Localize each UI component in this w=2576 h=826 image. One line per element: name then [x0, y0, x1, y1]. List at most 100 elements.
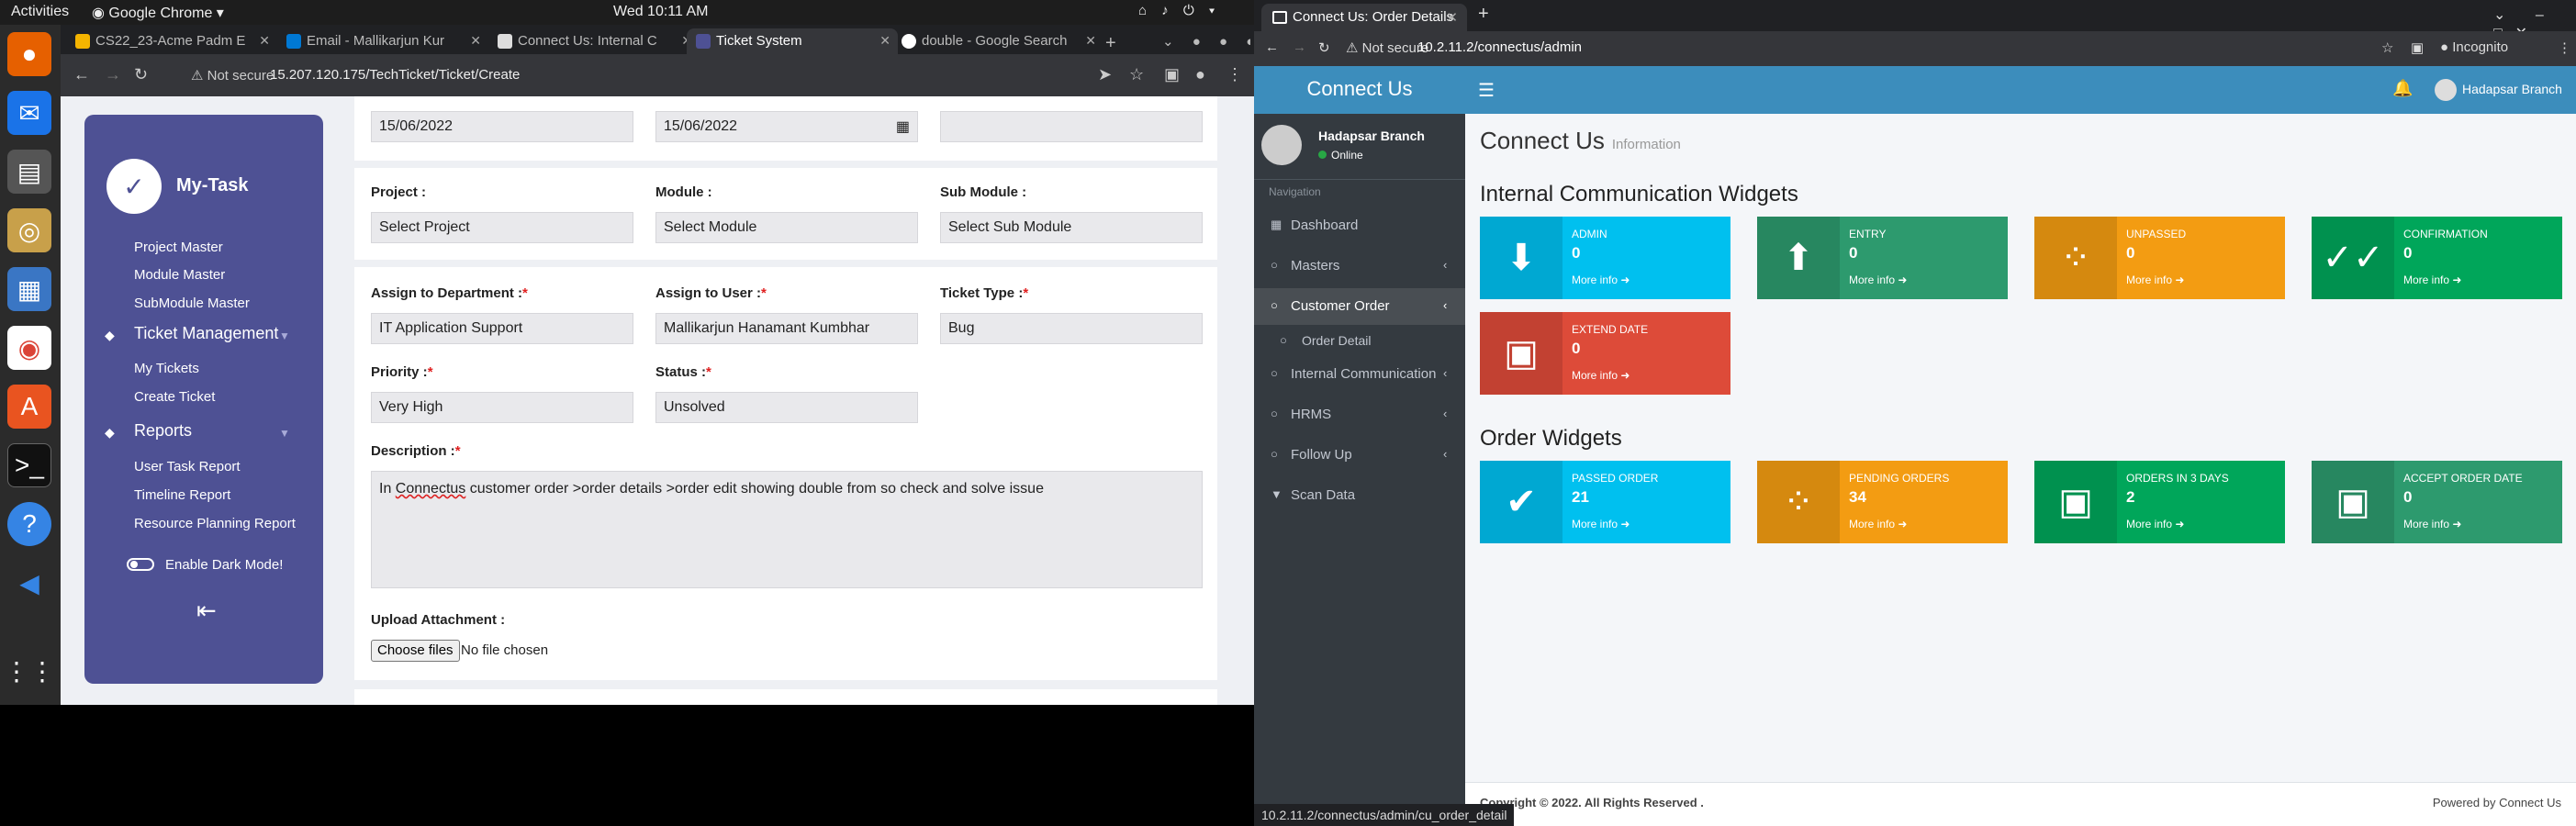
nav-resource-planning-report[interactable]: Resource Planning Report — [134, 516, 296, 531]
window-controls[interactable]: ⌄ ● ● ● — [1162, 28, 1250, 54]
forward-icon[interactable]: → — [1293, 39, 1306, 55]
software-icon[interactable]: A — [7, 385, 51, 429]
nav-module-master[interactable]: Module Master — [134, 267, 225, 283]
sidebar-brand[interactable]: My-Task — [176, 175, 249, 196]
nav-internal-communication[interactable]: ○ Internal Communication ‹ — [1254, 356, 1465, 393]
incognito-badge[interactable]: ● Incognito — [2440, 39, 2508, 55]
sidebar-icon[interactable]: ▣ — [1164, 65, 1180, 84]
user-name[interactable]: Hadapsar Branch — [1318, 128, 1425, 143]
nav-project-master[interactable]: Project Master — [134, 240, 223, 255]
new-tab-button[interactable]: + — [1478, 4, 1489, 25]
bookmark-star-icon[interactable]: ☆ — [1129, 65, 1144, 84]
more-info-link[interactable]: More info ➜ — [1572, 273, 1630, 286]
reload-icon[interactable]: ↻ — [134, 65, 148, 84]
nav-submodule-master[interactable]: SubModule Master — [134, 296, 250, 311]
more-info-link[interactable]: More info ➜ — [2126, 273, 2184, 286]
bookmark-star-icon[interactable]: ☆ — [2381, 39, 2393, 56]
more-info-link[interactable]: More info ➜ — [2403, 518, 2461, 530]
close-icon[interactable]: ✕ — [470, 33, 481, 49]
nav-dashboard[interactable]: ▦ Dashboard — [1254, 207, 1465, 244]
more-info-link[interactable]: More info ➜ — [1849, 518, 1907, 530]
thunderbird-icon[interactable]: ✉ — [7, 91, 51, 135]
nav-ticket-management[interactable]: Ticket Management — [134, 324, 278, 343]
close-icon[interactable]: ✕ — [1085, 33, 1096, 49]
forward-icon[interactable]: → — [105, 65, 121, 84]
nav-my-tickets[interactable]: My Tickets — [134, 361, 199, 376]
end-date-field[interactable]: 15/06/2022 ▦ — [655, 111, 918, 142]
more-info-link[interactable]: More info ➜ — [2126, 518, 2184, 530]
calendar-icon[interactable]: ▦ — [896, 117, 910, 136]
tab-connectus[interactable]: Connect Us: Internal C✕ — [488, 28, 700, 54]
priority-select[interactable]: Very High — [371, 392, 633, 423]
dolphin-icon[interactable]: ◀ — [7, 561, 51, 605]
tab-google-search[interactable]: double - Google Search ✕ — [892, 28, 1103, 54]
apps-grid-icon[interactable]: ⋮⋮ — [4, 649, 55, 693]
nav-timeline-report[interactable]: Timeline Report — [134, 487, 230, 503]
close-icon[interactable]: ✕ — [879, 33, 890, 49]
more-info-link[interactable]: More info ➜ — [1572, 518, 1630, 530]
help-icon[interactable]: ? — [7, 502, 51, 546]
top-user-name[interactable]: Hadapsar Branch — [2462, 82, 2562, 96]
not-secure-indicator[interactable]: ⚠ Not secure — [191, 67, 274, 84]
description-textarea[interactable]: In Connectus customer order >order detai… — [371, 471, 1203, 588]
menu-kebab-icon[interactable]: ⋮ — [2558, 39, 2571, 56]
third-date-field[interactable] — [940, 111, 1203, 142]
activities-button[interactable]: Activities — [11, 4, 69, 20]
module-select[interactable]: Select Module — [655, 212, 918, 243]
chevron-down-icon[interactable]: ▼ — [279, 427, 290, 440]
dark-mode-toggle[interactable] — [127, 558, 154, 571]
more-info-link[interactable]: More info ➜ — [2403, 273, 2461, 286]
tab-order-details[interactable]: Connect Us: Order Details ✕ — [1261, 4, 1467, 31]
user-select[interactable]: Mallikarjun Hanamant Kumbhar — [655, 313, 918, 344]
back-icon[interactable]: ← — [73, 65, 90, 84]
rhythmbox-icon[interactable]: ◎ — [7, 208, 51, 252]
url-field[interactable]: 10.2.11.2/connectus/admin — [1417, 39, 1582, 55]
system-tray[interactable]: ⌂ ♪ ⏻ ▾ — [1138, 3, 1220, 18]
more-info-link[interactable]: More info ➜ — [1849, 273, 1907, 286]
profile-icon[interactable]: ● — [1195, 65, 1205, 84]
nav-follow-up[interactable]: ○ Follow Up ‹ — [1254, 437, 1465, 474]
back-icon[interactable]: ← — [1265, 39, 1279, 55]
tab-cs22[interactable]: CS22_23-Acme Padm E ✕ — [66, 28, 277, 54]
status-select[interactable]: Unsolved — [655, 392, 918, 423]
clock[interactable]: Wed 10:11 AM — [613, 4, 708, 20]
sidebar-icon[interactable]: ▣ — [2411, 39, 2424, 56]
not-secure-indicator[interactable]: ⚠ Not secure — [1346, 39, 1428, 56]
start-date-field[interactable]: 15/06/2022 — [371, 111, 633, 142]
tab-email[interactable]: Email - Mallikarjun Kur ✕ — [277, 28, 488, 54]
app-menu[interactable]: ◉ Google Chrome ▾ — [92, 4, 224, 22]
nav-user-task-report[interactable]: User Task Report — [134, 459, 241, 474]
nav-customer-order[interactable]: ○ Customer Order ‹ — [1254, 288, 1465, 325]
more-info-link[interactable]: More info ➜ — [1572, 369, 1630, 382]
ticket-type-select[interactable]: Bug — [940, 313, 1203, 344]
new-tab-button[interactable]: + — [1096, 28, 1133, 54]
tab-ticket-system[interactable]: Ticket System ✕ — [687, 28, 898, 54]
writer-icon[interactable]: ▦ — [7, 267, 51, 311]
nav-create-ticket[interactable]: Create Ticket — [134, 389, 215, 405]
hamburger-menu-icon[interactable]: ☰ — [1478, 79, 1495, 102]
collapse-arrow-icon[interactable]: ⇤ — [196, 597, 217, 625]
files-icon[interactable]: ▤ — [7, 150, 51, 194]
nav-order-detail[interactable]: ○ Order Detail — [1254, 325, 1465, 356]
reload-icon[interactable]: ↻ — [1318, 39, 1330, 56]
close-icon[interactable]: ✕ — [1446, 9, 1458, 26]
nav-scan-data[interactable]: ▼ Scan Data — [1254, 477, 1465, 514]
nav-hrms[interactable]: ○ HRMS ‹ — [1254, 396, 1465, 433]
project-select[interactable]: Select Project — [371, 212, 633, 243]
submodule-select[interactable]: Select Sub Module — [940, 212, 1203, 243]
close-icon[interactable]: ✕ — [259, 33, 270, 49]
terminal-icon[interactable]: >_ — [7, 443, 51, 487]
choose-files-button[interactable]: Choose files — [371, 640, 460, 662]
chevron-down-icon[interactable]: ▼ — [279, 329, 290, 342]
nav-masters[interactable]: ○ Masters ‹ — [1254, 248, 1465, 285]
chrome-icon[interactable]: ◉ — [7, 326, 51, 370]
department-select[interactable]: IT Application Support — [371, 313, 633, 344]
bell-icon[interactable]: 🔔 — [2392, 79, 2413, 98]
share-icon[interactable]: ➤ — [1098, 65, 1112, 84]
menu-kebab-icon[interactable]: ⋮ — [1226, 65, 1243, 84]
firefox-icon[interactable]: ● — [7, 32, 51, 76]
brand-link[interactable]: Connect Us — [1254, 66, 1465, 114]
url-field[interactable]: 15.207.120.175/TechTicket/Ticket/Create — [270, 67, 520, 83]
nav-reports[interactable]: Reports — [134, 421, 192, 441]
avatar[interactable] — [2435, 79, 2457, 101]
